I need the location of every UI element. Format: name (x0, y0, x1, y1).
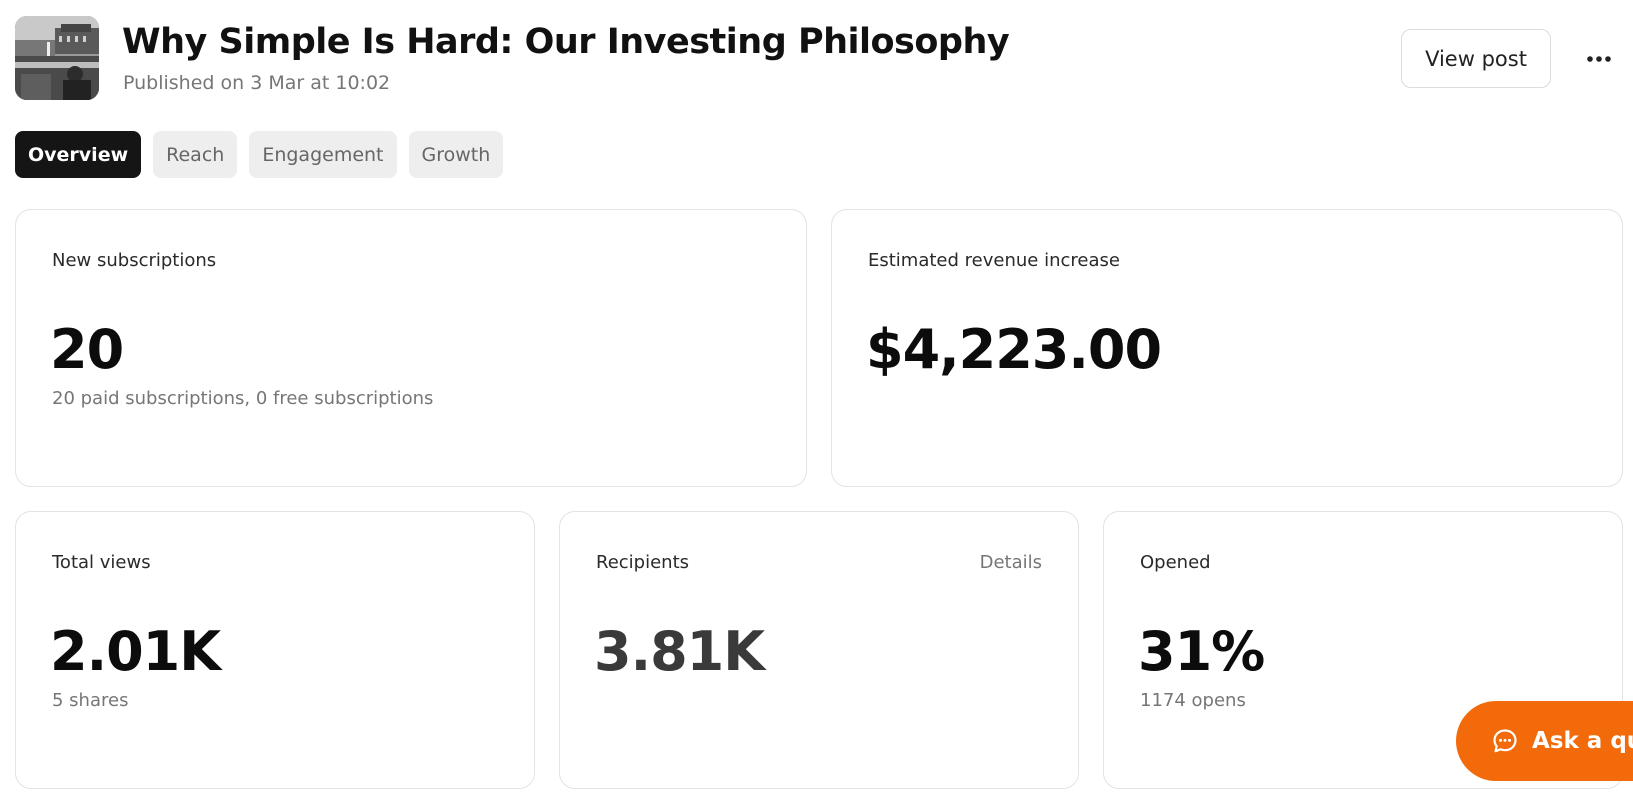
opens-count: 1174 opens (1140, 690, 1246, 711)
opened-label: Opened (1140, 552, 1211, 573)
tab-growth[interactable]: Growth (408, 131, 504, 178)
total-views-label: Total views (52, 552, 151, 573)
new-subscriptions-label: New subscriptions (52, 250, 217, 271)
tab-engagement[interactable]: Engagement (249, 131, 397, 178)
recipients-label: Recipients (596, 552, 690, 573)
stats-tabs: Overview Reach Engagement Growth (15, 131, 504, 178)
revenue-card: Estimated revenue increase $4,223.00 (831, 209, 1623, 487)
post-title: Why Simple Is Hard: Our Investing Philos… (122, 22, 1010, 62)
more-horizontal-icon (1587, 56, 1611, 62)
recipients-details-link[interactable]: Details (980, 552, 1042, 573)
opened-value: 31% (1138, 620, 1265, 683)
post-header: Why Simple Is Hard: Our Investing Philos… (15, 16, 1633, 102)
post-stats-page: Why Simple Is Hard: Our Investing Philos… (0, 0, 1633, 799)
view-post-button[interactable]: View post (1401, 29, 1551, 88)
new-subscriptions-value: 20 (50, 318, 124, 381)
new-subscriptions-card: New subscriptions 20 20 paid subscriptio… (15, 209, 807, 487)
total-views-card: Total views 2.01K 5 shares (15, 511, 535, 789)
revenue-value: $4,223.00 (866, 318, 1162, 381)
new-subscriptions-breakdown: 20 paid subscriptions, 0 free subscripti… (52, 388, 434, 409)
published-date: Published on 3 Mar at 10:02 (123, 72, 391, 94)
chat-bubble-icon (1492, 728, 1518, 754)
revenue-label: Estimated revenue increase (868, 250, 1120, 271)
ask-question-button[interactable]: Ask a qu (1456, 701, 1633, 781)
post-thumbnail (15, 16, 99, 100)
more-options-button[interactable] (1582, 42, 1616, 76)
tab-reach[interactable]: Reach (153, 131, 238, 178)
recipients-value: 3.81K (594, 620, 765, 683)
tab-overview[interactable]: Overview (15, 131, 142, 178)
total-views-value: 2.01K (50, 620, 221, 683)
ask-question-label: Ask a qu (1532, 728, 1633, 754)
shares-count: 5 shares (52, 690, 129, 711)
recipients-card: Recipients Details 3.81K (559, 511, 1079, 789)
